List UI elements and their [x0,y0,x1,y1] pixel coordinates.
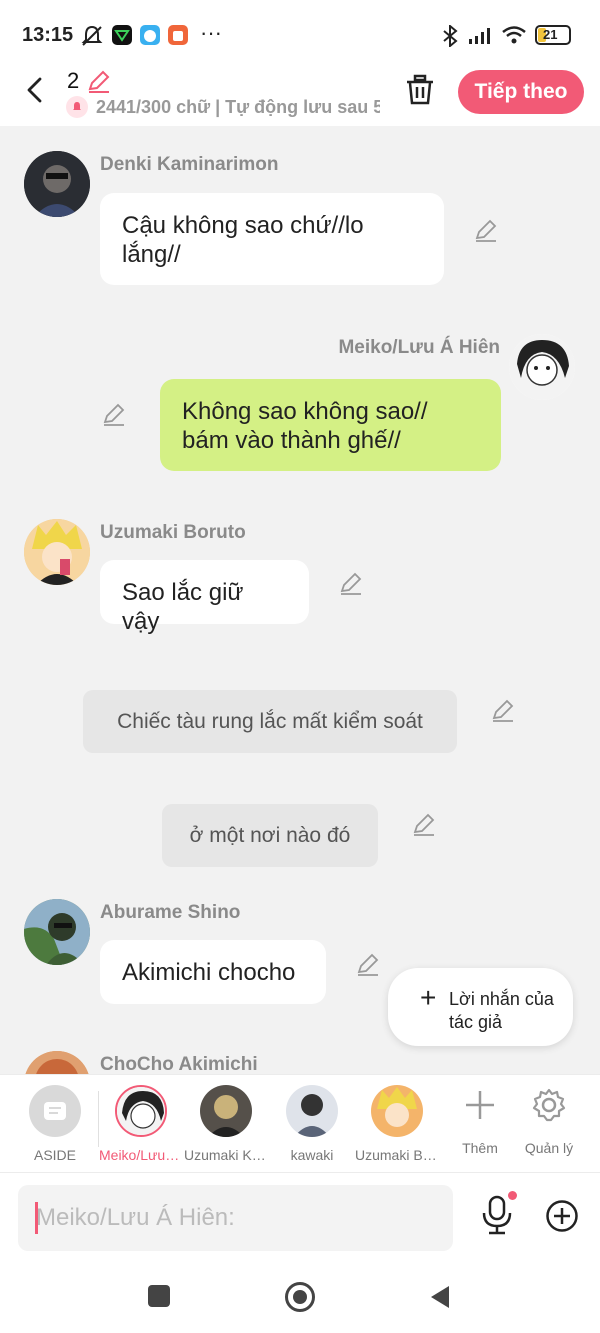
avatar-meiko[interactable] [509,334,575,400]
battery-level: 21 [543,27,558,42]
back-arrow-icon [27,77,42,103]
message-bubble[interactable]: Cậu không sao chứ//lo lắng// [100,193,444,285]
character-boruto[interactable]: Uzumaki Boruto [355,1085,439,1163]
edit-message-icon[interactable] [411,812,437,838]
sender-name: Uzumaki Boruto [100,522,246,543]
character-label: Uzumaki Boruto [355,1147,439,1163]
add-attachment-button[interactable] [545,1199,579,1238]
sender-name: Aburame Shino [100,902,241,923]
character-label: kawaki [290,1147,334,1163]
input-area [0,1172,600,1262]
character-avatar [286,1085,338,1137]
message-bubble[interactable]: Sao lắc giữ vậy [100,560,309,635]
gear-icon [532,1088,566,1122]
more-icon: ··· [200,20,222,45]
recent-apps-icon[interactable] [147,1284,171,1308]
message-input[interactable] [18,1185,453,1251]
status-time: 13:15 [22,24,74,46]
wifi-icon [502,26,526,44]
home-icon[interactable] [284,1281,316,1313]
character-avatar [115,1085,167,1137]
trash-icon [407,74,433,105]
message-bubble[interactable]: Akimichi chocho [100,940,326,1004]
app-icon-1 [112,25,132,45]
notification-dot [508,1191,517,1200]
sender-name: Meiko/Lưu Á Hiên [338,337,500,358]
editor-header: 2 2441/300 chữ | Tự động lưu sau 5s Tiếp… [0,62,600,126]
manage-label: Quản lý [524,1140,574,1156]
avatar-chocho[interactable] [24,1051,90,1074]
app-icon-3 [168,25,188,45]
avatar-denki[interactable] [24,151,90,217]
app-icon-2 [140,25,160,45]
aside-icon [29,1085,81,1137]
edit-title-icon[interactable] [86,68,112,94]
character-kawaki[interactable]: kawaki [270,1085,354,1163]
avatar-shino[interactable] [24,899,90,965]
back-button[interactable] [18,72,54,108]
status-bar: 13:15 ··· 21 [0,0,600,62]
character-label: Meiko/Lưu Á Hiên [99,1147,183,1163]
character-uzumaki-1[interactable]: Uzumaki Kawaki [184,1085,268,1163]
narration-bubble[interactable]: ở một nơi nào đó [162,804,378,867]
system-nav-bar [0,1262,600,1333]
plus-circle-icon [546,1200,578,1232]
bluetooth-icon [443,25,458,47]
word-count-text: 2441/300 chữ | Tự động lưu sau 5s [96,96,380,117]
chat-area: Denki Kaminarimon Cậu không sao chứ//lo … [0,126,600,1074]
add-character-label: Thêm [462,1140,498,1156]
voice-button[interactable] [480,1195,514,1240]
character-meiko[interactable]: Meiko/Lưu Á Hiên [99,1085,183,1163]
sender-name: Denki Kaminarimon [100,154,279,175]
edit-message-icon[interactable] [101,402,127,428]
battery-icon: 21 [535,25,571,45]
sender-name: ChoCho Akimichi [100,1054,258,1074]
edit-message-icon[interactable] [490,698,516,724]
next-button[interactable]: Tiếp theo [458,70,584,114]
edit-message-icon[interactable] [473,218,499,244]
add-character-button[interactable]: Thêm [445,1087,515,1156]
word-count-row: 2441/300 chữ | Tự động lưu sau 5s [66,96,380,118]
edit-message-icon[interactable] [355,952,381,978]
author-note-label: Lời nhắn của tác giả [449,989,554,1032]
bell-muted-icon [81,25,103,46]
notification-icon [66,96,88,118]
manage-characters-button[interactable]: Quản lý [514,1087,584,1156]
author-note-button[interactable]: + Lời nhắn của tác giả [388,968,573,1046]
avatar-boruto[interactable] [24,519,90,585]
text-caret [35,1202,38,1234]
character-label: ASIDE [33,1147,76,1163]
character-label: Uzumaki Kawaki [184,1147,268,1163]
character-avatar [200,1085,252,1137]
plus-icon: + [420,982,437,1013]
character-avatar [371,1085,423,1137]
character-aside[interactable]: ASIDE [13,1085,97,1163]
character-bar: ASIDE Meiko/Lưu Á Hiên Uzumaki Kawaki [0,1074,600,1172]
signal-icon [469,28,490,44]
plus-icon [466,1091,494,1119]
edit-message-icon[interactable] [338,571,364,597]
back-nav-icon[interactable] [428,1284,452,1310]
message-bubble[interactable]: Không sao không sao// bám vào thành ghế/… [160,379,501,471]
delete-button[interactable] [405,74,435,111]
microphone-icon [482,1195,512,1235]
chapter-number: 2 [67,68,80,93]
narration-bubble[interactable]: Chiếc tàu rung lắc mất kiểm soát [83,690,457,753]
